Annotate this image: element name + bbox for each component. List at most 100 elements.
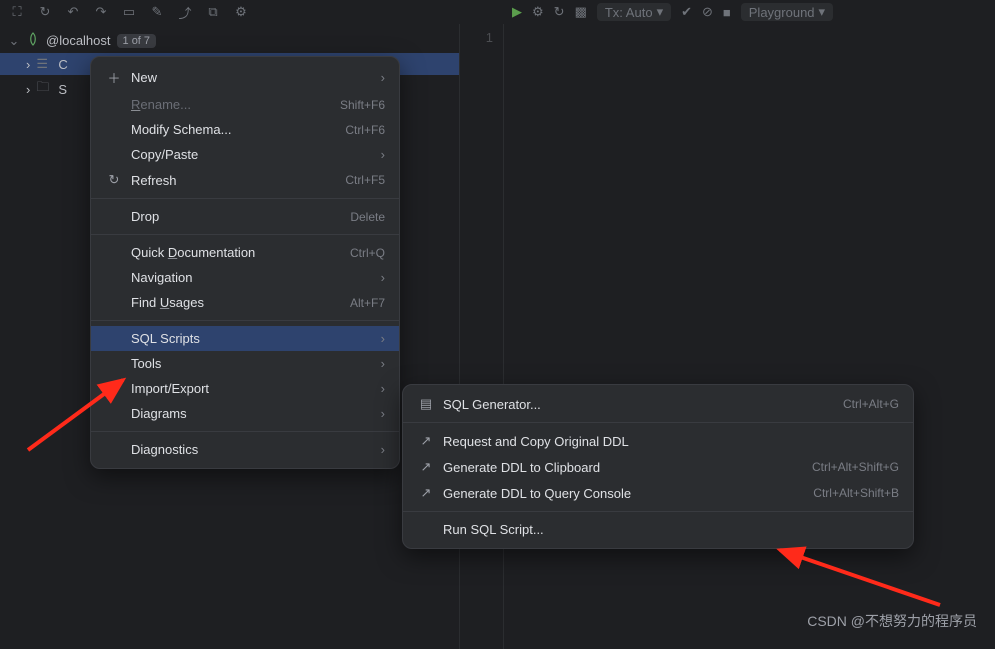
- query-icon[interactable]: ⧉: [204, 3, 222, 21]
- connection-counter: 1 of 7: [117, 34, 157, 48]
- ctx-item-navigation[interactable]: Navigation ›: [91, 265, 399, 290]
- commit-icon[interactable]: ✔: [681, 4, 692, 20]
- tx-mode-dropdown[interactable]: Tx: Auto ▾: [597, 3, 671, 21]
- connection-row[interactable]: ⌄ @localhost 1 of 7: [0, 28, 459, 53]
- chevron-right-icon: ›: [373, 442, 385, 457]
- run-icon[interactable]: ▶: [512, 4, 522, 20]
- ctx-item-copy-paste[interactable]: Copy/Paste ›: [91, 142, 399, 167]
- menu-item-label: SQL Generator...: [443, 397, 827, 412]
- stop-icon[interactable]: ▩: [575, 4, 587, 20]
- external-icon: ↗: [417, 433, 435, 449]
- sql-item-generate-ddl-to-query-console[interactable]: ↗ Generate DDL to Query ConsoleCtrl+Alt+S…: [403, 480, 913, 506]
- menu-item-shortcut: Delete: [334, 210, 385, 224]
- rollback-icon[interactable]: ⊘: [702, 4, 713, 20]
- ctx-item-find-usages[interactable]: Find UsagesAlt+F7: [91, 290, 399, 315]
- chevron-right-icon: ›: [373, 147, 385, 162]
- plus-icon: ＋: [105, 68, 123, 87]
- refresh-icon[interactable]: ↻: [36, 3, 54, 21]
- generator-icon: ▤: [417, 396, 435, 412]
- sql-item-sql-generator[interactable]: ▤SQL Generator...Ctrl+Alt+G: [403, 391, 913, 417]
- chevron-right-icon: ›: [373, 381, 385, 396]
- ctx-item-refresh[interactable]: ↻ RefreshCtrl+F5: [91, 167, 399, 193]
- ctx-item-new[interactable]: ＋ New ›: [91, 63, 399, 92]
- menu-item-label: Rename...: [131, 97, 324, 112]
- ctx-item-quick-documentation[interactable]: Quick DocumentationCtrl+Q: [91, 240, 399, 265]
- menu-item-shortcut: Ctrl+F6: [329, 123, 385, 137]
- context-menu: ＋New›Rename...Shift+F6Modify Schema...Ct…: [90, 56, 400, 469]
- ctx-item-import-export[interactable]: Import/Export ›: [91, 376, 399, 401]
- editor-code-area[interactable]: ▶ ⚙ ↻ ▩ Tx: Auto ▾ ✔ ⊘ ■ Playground ▾: [504, 24, 995, 649]
- leaf-icon: [26, 32, 40, 49]
- menu-item-label: SQL Scripts: [131, 331, 365, 346]
- expand-icon[interactable]: ⛶: [8, 3, 26, 21]
- schema-icon: ☰: [36, 56, 52, 72]
- ctx-item-sql-scripts[interactable]: SQL Scripts ›: [91, 326, 399, 351]
- history-icon[interactable]: ↻: [554, 4, 565, 20]
- gutter-line: 1: [460, 30, 493, 45]
- ctx-item-drop[interactable]: DropDelete: [91, 204, 399, 229]
- chevron-down-icon: ▾: [819, 4, 826, 20]
- menu-separator: [91, 198, 399, 199]
- menu-item-label: Navigation: [131, 270, 365, 285]
- ctx-item-rename: Rename...Shift+F6: [91, 92, 399, 117]
- tree-item-label: S: [58, 82, 67, 97]
- chevron-right-icon: ›: [373, 331, 385, 346]
- menu-separator: [403, 511, 913, 512]
- export-icon[interactable]: ⤴: [176, 3, 194, 21]
- menu-item-label: Run SQL Script...: [443, 522, 899, 537]
- menu-item-label: Refresh: [131, 173, 329, 188]
- chevron-right-icon: ›: [373, 406, 385, 421]
- menu-item-label: New: [131, 70, 365, 85]
- db-icon[interactable]: ▭: [120, 3, 138, 21]
- sql-scripts-submenu: ▤SQL Generator...Ctrl+Alt+G↗Request and …: [402, 384, 914, 549]
- editor-gutter: 1: [460, 24, 504, 649]
- chevron-right-icon: ›: [373, 70, 385, 85]
- menu-item-shortcut: Ctrl+Alt+Shift+G: [796, 460, 899, 474]
- menu-item-label: Drop: [131, 209, 334, 224]
- menu-item-shortcut: Alt+F7: [334, 296, 385, 310]
- sql-item-request-and-copy-original-ddl[interactable]: ↗Request and Copy Original DDL: [403, 428, 913, 454]
- tools-icon[interactable]: ⚙: [232, 3, 250, 21]
- stop-icon[interactable]: ■: [723, 5, 731, 20]
- folder-icon: 🗀: [36, 78, 52, 100]
- menu-item-label: Import/Export: [131, 381, 365, 396]
- ctx-item-diagrams[interactable]: Diagrams ›: [91, 401, 399, 426]
- edit-icon[interactable]: ✎: [148, 3, 166, 21]
- menu-item-label: Generate DDL to Query Console: [443, 486, 797, 501]
- menu-item-label: Modify Schema...: [131, 122, 329, 137]
- menu-separator: [403, 422, 913, 423]
- menu-item-label: Copy/Paste: [131, 147, 365, 162]
- connection-name: @localhost: [46, 33, 111, 48]
- tree-item-label: C: [58, 57, 67, 72]
- undo-icon[interactable]: ↶: [64, 3, 82, 21]
- menu-item-label: Generate DDL to Clipboard: [443, 460, 796, 475]
- menu-item-shortcut: Ctrl+Alt+Shift+B: [797, 486, 899, 500]
- menu-separator: [91, 431, 399, 432]
- menu-item-label: Tools: [131, 356, 365, 371]
- editor-toolbar: ▶ ⚙ ↻ ▩ Tx: Auto ▾ ✔ ⊘ ■ Playground ▾: [504, 0, 995, 24]
- refresh-icon: ↻: [105, 172, 123, 188]
- menu-item-label: Diagrams: [131, 406, 365, 421]
- ctx-item-modify-schema[interactable]: Modify Schema...Ctrl+F6: [91, 117, 399, 142]
- ctx-item-tools[interactable]: Tools ›: [91, 351, 399, 376]
- menu-item-shortcut: Ctrl+Q: [334, 246, 385, 260]
- redo-icon[interactable]: ↷: [92, 3, 110, 21]
- editor-pane: 1 ▶ ⚙ ↻ ▩ Tx: Auto ▾ ✔ ⊘ ■ Playground ▾: [460, 24, 995, 649]
- chevron-right-icon[interactable]: ›: [26, 57, 30, 72]
- chevron-right-icon: ›: [373, 270, 385, 285]
- menu-item-label: Diagnostics: [131, 442, 365, 457]
- external-icon: ↗: [417, 459, 435, 475]
- menu-item-label: Quick Documentation: [131, 245, 334, 260]
- menu-item-shortcut: Shift+F6: [324, 98, 385, 112]
- sql-item-run-sql-script[interactable]: Run SQL Script...: [403, 517, 913, 542]
- sql-item-generate-ddl-to-clipboard[interactable]: ↗ Generate DDL to ClipboardCtrl+Alt+Shift…: [403, 454, 913, 480]
- ctx-item-diagnostics[interactable]: Diagnostics ›: [91, 437, 399, 462]
- external-icon: ↗: [417, 485, 435, 501]
- chevron-right-icon[interactable]: ›: [26, 82, 30, 97]
- settings-icon[interactable]: ⚙: [532, 4, 544, 20]
- chevron-down-icon[interactable]: ⌄: [8, 33, 20, 49]
- menu-item-shortcut: Ctrl+F5: [329, 173, 385, 187]
- menu-separator: [91, 320, 399, 321]
- session-dropdown[interactable]: Playground ▾: [741, 3, 833, 21]
- chevron-right-icon: ›: [373, 356, 385, 371]
